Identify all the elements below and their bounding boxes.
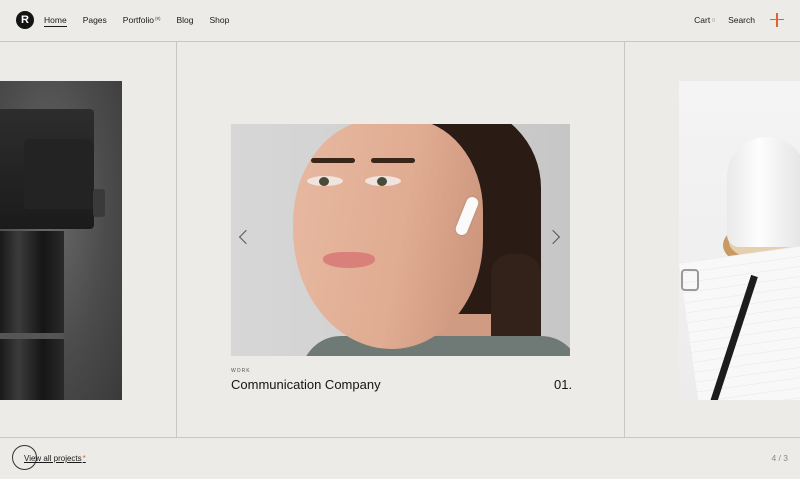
slide-image[interactable] <box>231 124 570 356</box>
nav-item-blog[interactable]: Blog <box>176 15 193 27</box>
camera-lens-shape <box>0 231 64 400</box>
slide-category: WORK <box>231 368 251 374</box>
slide-number: 01. <box>554 377 573 392</box>
view-all-label: View all projects <box>24 454 82 463</box>
nav-item-portfolio[interactable]: Portfolio(9) <box>123 15 161 27</box>
asterisk-icon: * <box>82 454 86 463</box>
camera-ring-shape <box>0 333 64 339</box>
cart-link[interactable]: Cart 0 <box>694 15 715 25</box>
site-header: R Home Pages Portfolio(9) Blog Shop Cart… <box>0 0 800 42</box>
next-slide-image[interactable] <box>679 81 800 400</box>
eye-shape <box>307 176 343 186</box>
slide-title[interactable]: Communication Company <box>231 377 381 392</box>
binder-clip-shape <box>681 269 699 291</box>
slide-pager: 4 / 3 <box>771 453 788 463</box>
camera-knob-shape <box>93 189 105 217</box>
eye-shape <box>365 176 401 186</box>
search-link[interactable]: Search <box>728 15 755 25</box>
brow-shape <box>371 158 415 163</box>
nav-item-portfolio-label: Portfolio <box>122 15 154 25</box>
footer-divider <box>0 437 800 438</box>
panel-divider <box>176 42 177 437</box>
camera-top-shape <box>24 139 94 209</box>
chevron-left-icon[interactable] <box>238 229 254 245</box>
lips-shape <box>323 252 375 268</box>
portfolio-count-badge: (9) <box>154 16 161 21</box>
cart-label: Cart <box>694 15 711 25</box>
main-nav: Home Pages Portfolio(9) Blog Shop <box>44 15 245 27</box>
cart-count: 0 <box>712 18 715 24</box>
cup-shape <box>727 137 800 247</box>
nav-item-shop[interactable]: Shop <box>210 15 230 27</box>
plus-icon[interactable] <box>770 13 784 27</box>
view-all-projects-link[interactable]: View all projects* <box>24 454 86 463</box>
previous-slide-image[interactable] <box>0 81 122 400</box>
nav-item-home[interactable]: Home <box>44 15 67 27</box>
shirt-shape <box>301 336 570 356</box>
chevron-right-icon[interactable] <box>545 229 561 245</box>
brow-shape <box>311 158 355 163</box>
nav-item-pages[interactable]: Pages <box>83 15 107 27</box>
panel-divider <box>624 42 625 437</box>
logo[interactable]: R <box>16 11 34 29</box>
